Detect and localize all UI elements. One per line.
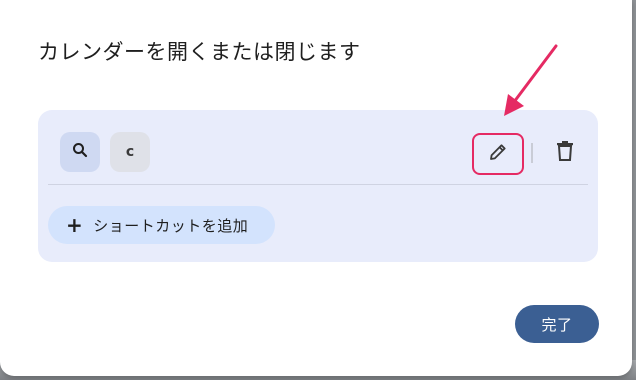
key-chip-search (60, 132, 100, 172)
shortcut-dialog: カレンダーを開くまたは閉じます c + ショートカットを追加 完了 (0, 0, 632, 376)
done-button[interactable]: 完了 (515, 305, 599, 343)
dialog-title: カレンダーを開くまたは閉じます (38, 40, 361, 64)
delete-shortcut-button[interactable] (550, 138, 580, 168)
add-shortcut-label: ショートカットを追加 (93, 216, 249, 235)
edit-shortcut-button[interactable] (472, 133, 524, 175)
search-icon (72, 142, 88, 162)
key-chip-c: c (110, 132, 150, 172)
action-separator (531, 143, 533, 163)
trash-icon (555, 140, 575, 166)
add-shortcut-button[interactable]: + ショートカットを追加 (48, 206, 275, 244)
annotation-arrow-icon (504, 44, 558, 116)
plus-icon: + (66, 213, 84, 237)
shortcut-card: c + ショートカットを追加 (38, 110, 598, 262)
card-divider (48, 184, 588, 185)
edit-icon (487, 141, 509, 167)
